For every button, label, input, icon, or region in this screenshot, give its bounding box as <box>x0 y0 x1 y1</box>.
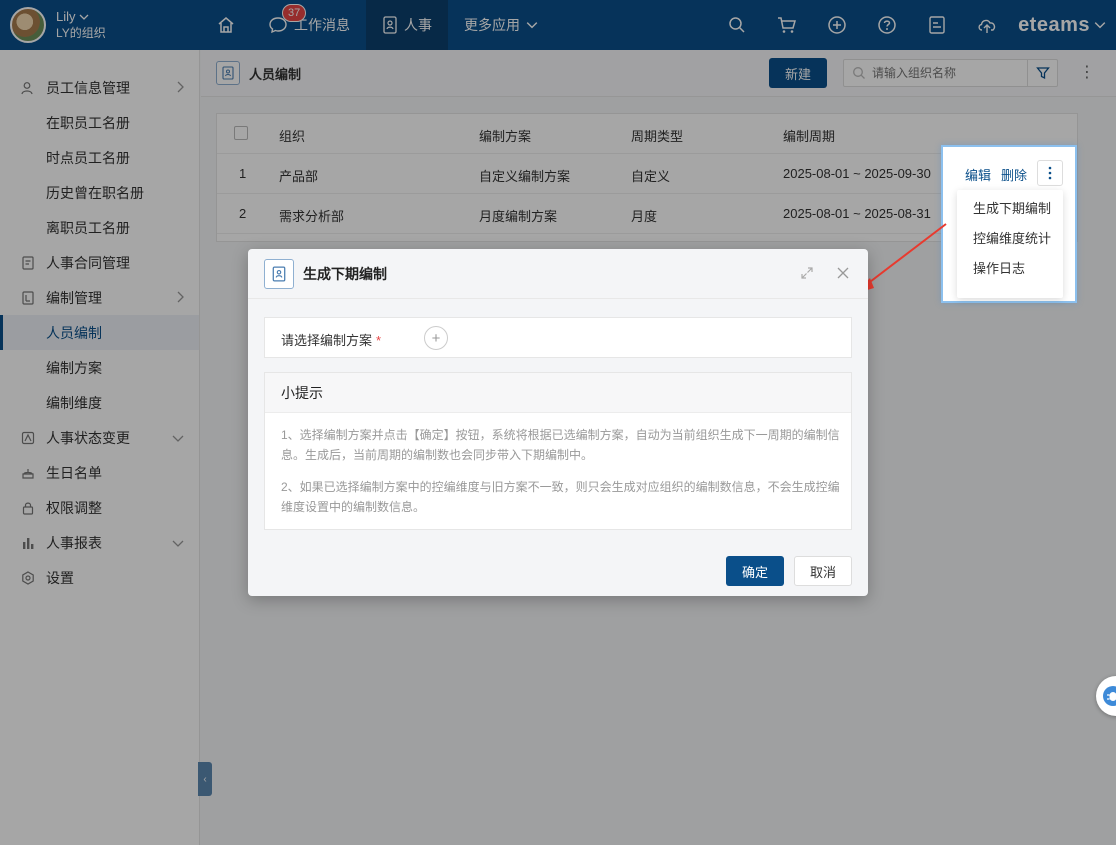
cancel-button[interactable]: 取消 <box>794 556 852 586</box>
edit-link[interactable]: 编辑 <box>965 165 991 184</box>
add-plan-button[interactable]: + <box>424 326 448 350</box>
row-more-dropdown: 生成下期编制 控编维度统计 操作日志 <box>957 190 1063 298</box>
dialog-header: 生成下期编制 <box>248 249 868 299</box>
plus-icon: + <box>431 329 441 347</box>
menu-item-operation-log[interactable]: 操作日志 <box>957 254 1063 284</box>
document-person-icon <box>264 258 294 289</box>
plan-select-label: 请选择编制方案 * <box>281 330 381 349</box>
close-icon <box>837 267 849 279</box>
plan-select-field: 请选择编制方案 * + <box>264 317 852 358</box>
tips-title: 小提示 <box>265 373 851 413</box>
row-more-button[interactable] <box>1037 160 1063 186</box>
plan-select-label-text: 请选择编制方案 <box>281 333 373 348</box>
tip-text-1: 1、选择编制方案并点击【确定】按钮，系统将根据已选编制方案，自动为当前组织生成下… <box>281 428 840 462</box>
menu-item-dimension-stats[interactable]: 控编维度统计 <box>957 224 1063 254</box>
tip-text-2: 2、如果已选择编制方案中的控编维度与旧方案不一致，则只会生成对应组织的编制数信息… <box>281 480 840 514</box>
row-actions-callout: 编辑 删除 生成下期编制 控编维度统计 操作日志 <box>941 145 1077 303</box>
more-vertical-icon <box>1048 166 1052 180</box>
dialog-title: 生成下期编制 <box>303 265 387 282</box>
delete-link[interactable]: 删除 <box>1001 165 1027 184</box>
expand-icon <box>801 267 813 279</box>
confirm-button[interactable]: 确定 <box>726 556 784 586</box>
required-mark: * <box>376 333 382 348</box>
menu-item-generate-next[interactable]: 生成下期编制 <box>957 194 1063 224</box>
tips-panel: 小提示 1、选择编制方案并点击【确定】按钮，系统将根据已选编制方案，自动为当前组… <box>264 372 852 530</box>
maximize-button[interactable] <box>800 266 814 283</box>
close-button[interactable] <box>836 266 850 283</box>
bug-icon <box>1103 686 1116 706</box>
generate-next-dialog: 生成下期编制 请选择编制方案 * + 小提示 1、选择编制方案并点击【确定】按钮，… <box>248 249 868 596</box>
